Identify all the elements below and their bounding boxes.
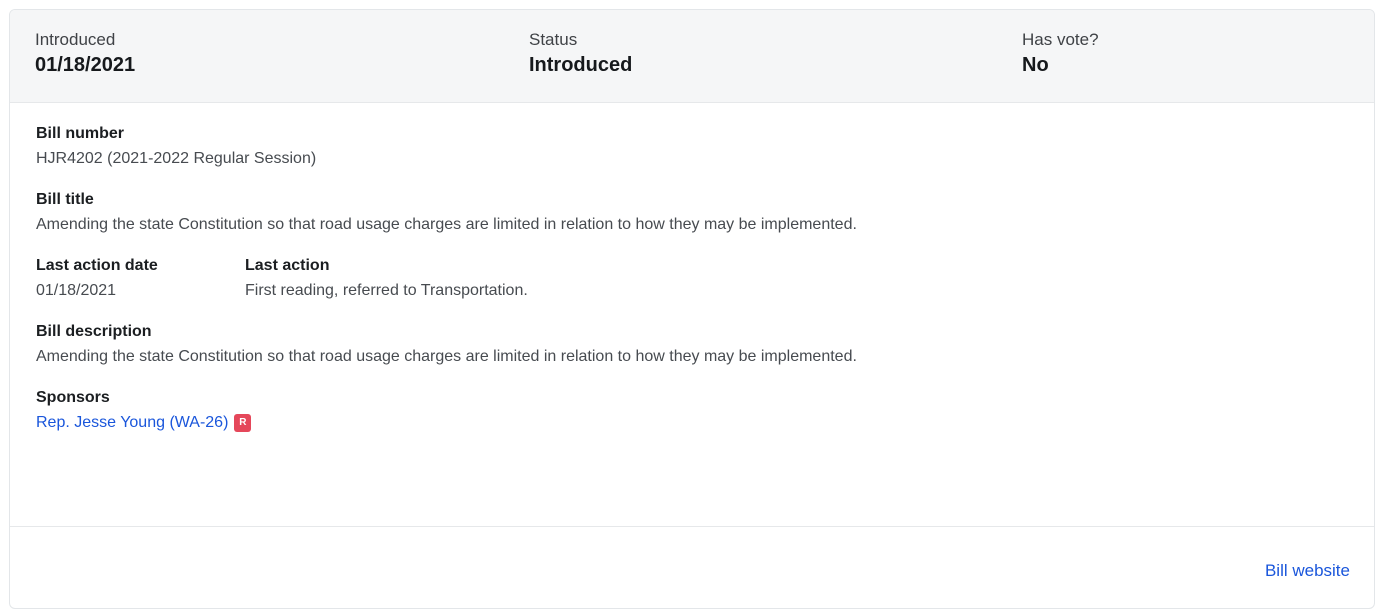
bill-description-value: Amending the state Constitution so that … [36, 348, 857, 365]
card-footer: Bill website [10, 526, 1374, 607]
status-summary: Status Introduced [529, 29, 632, 78]
bill-details: Bill number HJR4202 (2021-2022 Regular S… [10, 103, 1374, 434]
bill-description-label: Bill description [36, 323, 152, 340]
bill-title-value: Amending the state Constitution so that … [36, 216, 857, 233]
has-vote-value: No [1022, 54, 1049, 76]
bill-title-label: Bill title [36, 191, 94, 208]
introduced-summary: Introduced 01/18/2021 [35, 29, 135, 78]
introduced-label: Introduced [35, 30, 116, 49]
last-action-date-field: Last action date 01/18/2021 [36, 255, 245, 302]
bill-website-link[interactable]: Bill website [1265, 560, 1350, 582]
has-vote-label: Has vote? [1022, 30, 1099, 49]
bill-number-value: HJR4202 (2021-2022 Regular Session) [36, 150, 317, 167]
last-action-date-label: Last action date [36, 257, 158, 274]
last-action-date-value: 01/18/2021 [36, 282, 117, 299]
bill-card: Introduced 01/18/2021 Status Introduced … [9, 9, 1375, 609]
has-vote-summary: Has vote? No [1022, 29, 1099, 78]
introduced-value: 01/18/2021 [35, 54, 136, 76]
status-value: Introduced [529, 54, 633, 76]
last-action-row: Last action date 01/18/2021 Last action … [36, 255, 1348, 302]
sponsor-list: Rep. Jesse Young (WA-26) R [36, 412, 1348, 434]
bill-number-label: Bill number [36, 125, 125, 142]
sponsor-link[interactable]: Rep. Jesse Young (WA-26) [36, 414, 228, 431]
bill-number-field: Bill number HJR4202 (2021-2022 Regular S… [36, 123, 1348, 170]
bill-description-field: Bill description Amending the state Cons… [36, 321, 1348, 368]
status-label: Status [529, 30, 578, 49]
sponsors-label: Sponsors [36, 389, 110, 406]
bill-summary-bar: Introduced 01/18/2021 Status Introduced … [10, 10, 1374, 103]
sponsors-field: Sponsors Rep. Jesse Young (WA-26) R [36, 387, 1348, 434]
last-action-field: Last action First reading, referred to T… [245, 255, 528, 302]
last-action-label: Last action [245, 257, 330, 274]
party-badge: R [234, 414, 252, 432]
bill-title-field: Bill title Amending the state Constituti… [36, 189, 1348, 236]
last-action-value: First reading, referred to Transportatio… [245, 282, 528, 299]
